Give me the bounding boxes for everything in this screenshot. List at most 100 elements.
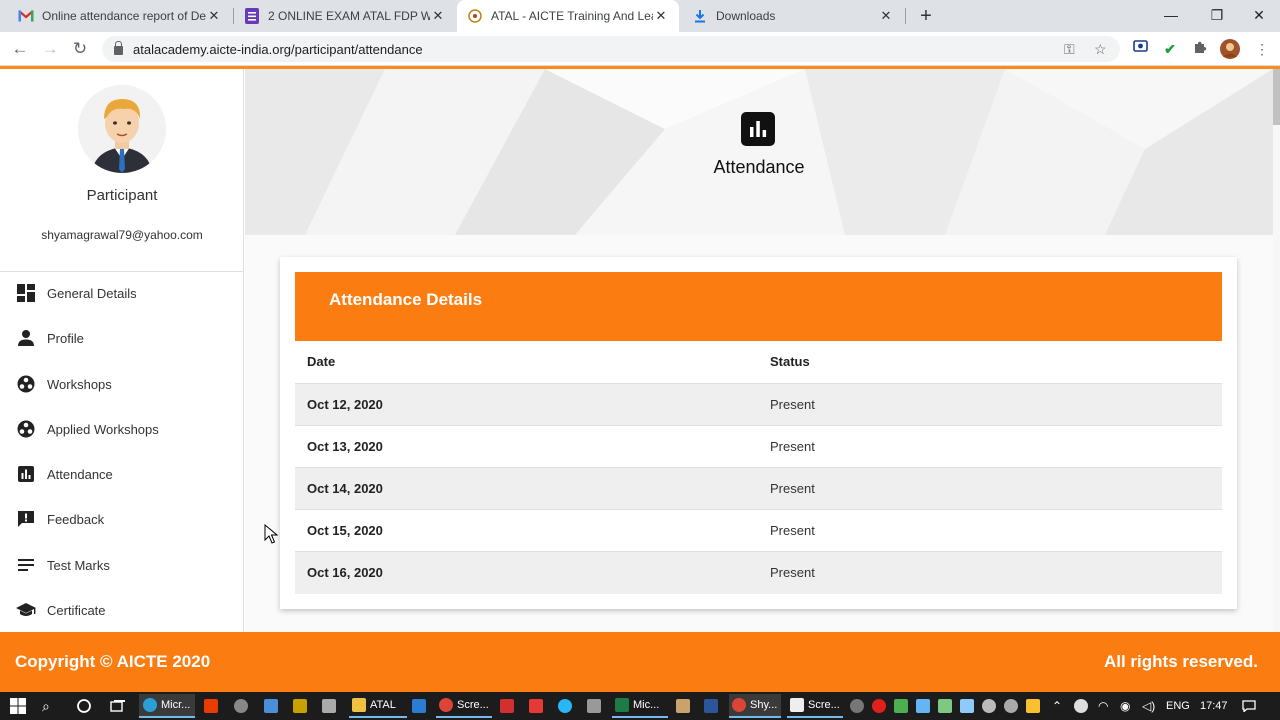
forms-icon	[244, 8, 260, 24]
forward-button[interactable]: →	[38, 37, 62, 61]
wifi-icon[interactable]: ◠	[1098, 694, 1108, 718]
status-cell: Present	[770, 481, 815, 496]
new-tab-button[interactable]: +	[916, 4, 936, 28]
pinned-app[interactable]	[412, 694, 426, 718]
pinned-app[interactable]	[558, 694, 572, 718]
start-button[interactable]	[10, 694, 26, 718]
clock[interactable]: 17:47	[1200, 692, 1228, 720]
tab-title: Downloads	[716, 9, 776, 23]
tab-title: ATAL - AICTE Training And Learni	[491, 9, 653, 23]
sidebar-item-label: Feedback	[47, 511, 105, 527]
card-header: Attendance Details	[295, 272, 1222, 341]
office-icon	[204, 699, 218, 713]
cortana-icon[interactable]	[76, 694, 92, 718]
menu-kebab-icon[interactable]: ⋮	[1252, 39, 1272, 59]
key-icon[interactable]: ⚿	[1064, 36, 1075, 62]
close-icon[interactable]: ✕	[206, 8, 222, 24]
sidebar-item-test-marks[interactable]: Test Marks	[0, 545, 244, 585]
sidebar-item-workshops[interactable]: Workshops	[0, 364, 244, 404]
person-icon	[16, 328, 36, 348]
chrome-icon	[732, 698, 746, 712]
sidebar-item-label: Certificate	[47, 602, 106, 618]
sidebar-item-applied-workshops[interactable]: Applied Workshops	[0, 409, 244, 449]
minimize-button[interactable]: —	[1148, 0, 1194, 32]
onedrive-icon[interactable]	[1074, 694, 1088, 718]
tray-icon[interactable]	[982, 694, 996, 718]
tab-title: Online attendance report of Dep	[42, 9, 206, 23]
tray-icon[interactable]	[1004, 694, 1018, 718]
check-extension-icon[interactable]: ✔	[1160, 39, 1180, 59]
scrollbar-thumb[interactable]	[1273, 69, 1280, 125]
sidebar-item-attendance[interactable]: Attendance	[0, 454, 244, 494]
user-email: shyamagrawal79@yahoo.com	[41, 228, 203, 242]
pinned-app[interactable]	[587, 694, 601, 718]
screen-extension-icon[interactable]	[1130, 39, 1150, 59]
pinned-app[interactable]	[500, 694, 514, 718]
tray-icon[interactable]	[1026, 694, 1040, 718]
edge-icon	[143, 698, 157, 712]
page-scrollbar[interactable]	[1273, 69, 1280, 632]
calculator-icon	[587, 699, 601, 713]
language-indicator[interactable]: ENG	[1166, 692, 1190, 720]
browser-tab-forms[interactable]: 2 ONLINE EXAM ATAL FDP WEC ✕	[234, 0, 456, 32]
office-app[interactable]	[204, 694, 218, 718]
sidebar-item-label: General Details	[47, 285, 137, 301]
pinned-app[interactable]	[322, 694, 336, 718]
taskbar-app[interactable]: Scre...	[787, 694, 843, 718]
sidebar-item-feedback[interactable]: Feedback	[0, 499, 244, 539]
tray-icon[interactable]	[872, 694, 886, 718]
browser-tab-gmail[interactable]: Online attendance report of Dep ✕	[8, 0, 232, 32]
pinned-app[interactable]	[264, 694, 278, 718]
pinned-app[interactable]	[676, 694, 690, 718]
sidebar-item-label: Profile	[47, 330, 84, 346]
date-cell: Oct 13, 2020	[307, 439, 383, 454]
tray-icon[interactable]	[916, 694, 930, 718]
mail-icon	[264, 699, 278, 713]
taskbar-app[interactable]: Mic...	[612, 694, 668, 718]
close-icon[interactable]: ✕	[653, 8, 669, 24]
opera-icon	[872, 699, 886, 713]
tray-icon[interactable]	[894, 694, 908, 718]
bar-chart-icon	[741, 112, 775, 146]
attendance-table: Date Status Oct 12, 2020 Present Oct 13,…	[295, 341, 1222, 594]
taskbar-app[interactable]: ATAL	[349, 694, 407, 718]
close-window-button[interactable]: ✕	[1236, 0, 1280, 32]
volume-icon[interactable]: ◁)	[1142, 694, 1155, 718]
pinned-app[interactable]	[704, 694, 718, 718]
tray-icon[interactable]	[850, 694, 864, 718]
keyboard-icon	[322, 699, 336, 713]
close-icon[interactable]: ✕	[878, 8, 894, 24]
reload-button[interactable]: ↻	[68, 37, 92, 61]
taskbar-app[interactable]: Shy...	[729, 694, 781, 718]
extensions-puzzle-icon[interactable]	[1190, 39, 1210, 59]
browser-tab-atal[interactable]: ATAL - AICTE Training And Learni ✕	[457, 0, 679, 32]
browser-toolbar: ← → ↻ atalacademy.aicte-india.org/partic…	[0, 32, 1280, 66]
profile-avatar-icon[interactable]	[1220, 39, 1240, 59]
address-bar[interactable]: atalacademy.aicte-india.org/participant/…	[102, 36, 1120, 62]
close-icon[interactable]: ✕	[430, 8, 446, 24]
pinned-app[interactable]	[234, 694, 248, 718]
sidebar-item-profile[interactable]: Profile	[0, 318, 244, 358]
maximize-button[interactable]: ❐	[1194, 0, 1240, 32]
date-cell: Oct 16, 2020	[307, 565, 383, 580]
network-icon[interactable]: ◉	[1120, 694, 1130, 718]
search-icon[interactable]: ⌕	[42, 694, 50, 718]
pinned-app[interactable]	[293, 694, 307, 718]
sidebar-item-certificate[interactable]: Certificate	[0, 590, 244, 630]
browser-tab-downloads[interactable]: Downloads ✕	[682, 0, 904, 32]
back-button[interactable]: ←	[8, 37, 32, 61]
notification-icon[interactable]	[1242, 694, 1256, 718]
date-cell: Oct 15, 2020	[307, 523, 383, 538]
task-view-icon[interactable]	[110, 694, 126, 718]
sidebar-item-general-details[interactable]: General Details	[0, 273, 244, 313]
pinned-app[interactable]	[529, 694, 543, 718]
bookmark-star-icon[interactable]: ☆	[1094, 36, 1107, 62]
sidebar-item-label: Test Marks	[47, 557, 110, 573]
taskbar-app[interactable]: Micr...	[139, 694, 195, 718]
chevron-up-icon[interactable]: ⌃	[1052, 694, 1062, 718]
app-icon	[676, 699, 690, 713]
browser-tab-strip: Online attendance report of Dep ✕ 2 ONLI…	[0, 0, 1280, 32]
tray-icon[interactable]	[960, 694, 974, 718]
tray-icon[interactable]	[938, 694, 952, 718]
taskbar-app[interactable]: Scre...	[436, 694, 492, 718]
